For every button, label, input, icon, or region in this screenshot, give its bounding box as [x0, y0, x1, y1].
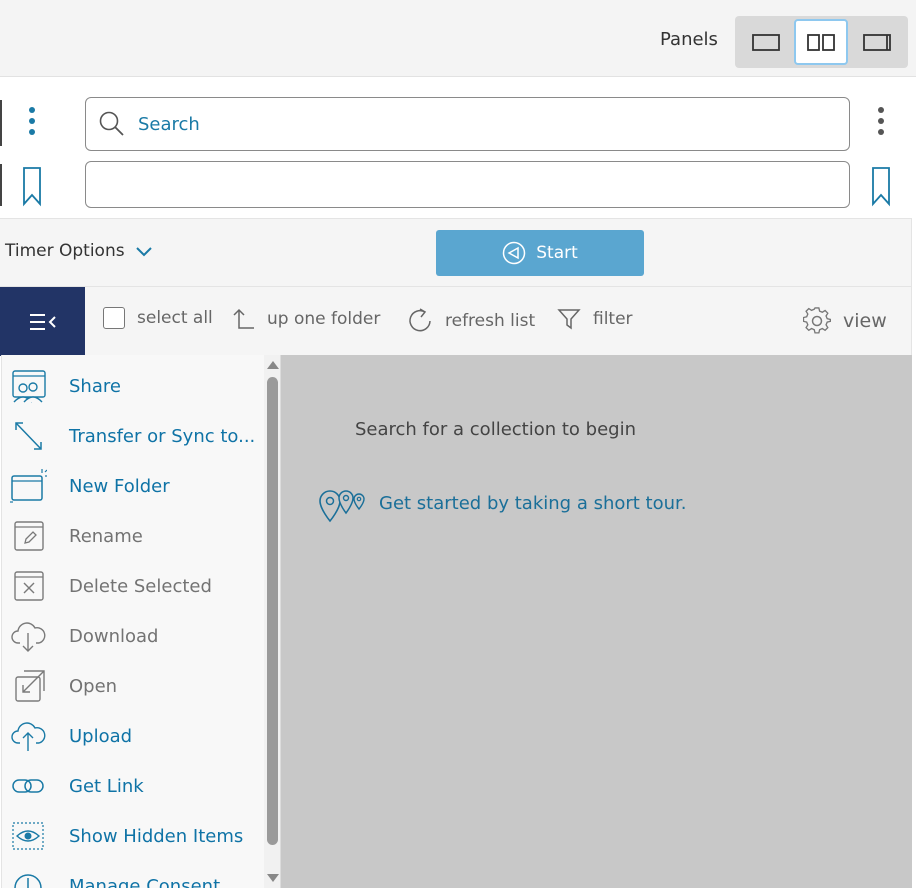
menu-item-new-folder[interactable]: New Folder	[2, 461, 264, 511]
right-panel-icon	[863, 34, 891, 51]
menu-item-label: New Folder	[69, 475, 170, 497]
select-all-label: select all	[137, 308, 213, 328]
checkbox[interactable]	[103, 307, 125, 329]
menu-item-show-hidden[interactable]: Show Hidden Items	[2, 811, 264, 861]
menu-item-label: Share	[69, 375, 121, 397]
link-icon	[12, 779, 44, 793]
dot	[878, 129, 884, 135]
action-menu: Share Transfer or Sync to... New Folder …	[1, 355, 281, 888]
collapse-menu-button[interactable]	[0, 287, 85, 356]
menu-scrollbar[interactable]	[264, 355, 280, 888]
single-panel-icon	[752, 34, 780, 51]
up-arrow-icon	[233, 308, 254, 329]
menu-item-label: Upload	[69, 725, 133, 747]
timer-row: Timer Options Start	[0, 218, 912, 286]
menu-item-open[interactable]: Open	[2, 661, 264, 711]
new-folder-icon	[10, 469, 47, 503]
dot	[878, 107, 884, 113]
menu-item-transfer[interactable]: Transfer or Sync to...	[2, 411, 264, 461]
top-bar: Panels	[0, 0, 916, 77]
panel-single-button[interactable]	[739, 19, 793, 65]
up-one-folder-button[interactable]: up one folder	[231, 307, 380, 331]
share-icon	[12, 370, 46, 403]
start-arrow-icon	[502, 241, 526, 265]
menu-item-label: Delete Selected	[69, 575, 212, 597]
timer-options-dropdown[interactable]: Timer Options	[5, 241, 153, 261]
menu-item-get-link[interactable]: Get Link	[2, 761, 264, 811]
menu-item-delete-selected[interactable]: Delete Selected	[2, 561, 264, 611]
transfer-icon	[15, 422, 42, 450]
filter-button[interactable]: filter	[557, 307, 633, 331]
upload-icon	[11, 722, 46, 751]
scroll-down-arrow[interactable]	[267, 874, 279, 882]
bookmark-icon[interactable]	[22, 166, 42, 208]
refresh-icon	[409, 308, 431, 332]
search-icon	[99, 111, 124, 136]
file-toolbar: select all up one folder refresh list fi…	[0, 286, 912, 356]
open-icon	[15, 670, 45, 702]
view-label: view	[843, 310, 887, 332]
refresh-list-button[interactable]: refresh list	[407, 307, 535, 335]
tour-link-label: Get started by taking a short tour.	[379, 492, 687, 514]
up-one-folder-label: up one folder	[267, 309, 381, 329]
dot	[878, 118, 884, 124]
eye-icon	[12, 822, 44, 850]
search-box	[85, 97, 850, 151]
menu-item-download[interactable]: Download	[2, 611, 264, 661]
search-input[interactable]	[136, 110, 826, 138]
menu-item-label: Get Link	[69, 775, 144, 797]
dot	[29, 107, 35, 113]
dot	[29, 118, 35, 124]
filter-label: filter	[593, 309, 633, 329]
dot	[29, 129, 35, 135]
right-more-options-button[interactable]	[878, 107, 884, 135]
menu-item-rename[interactable]: Rename	[2, 511, 264, 561]
file-list-area: Search for a collection to begin Get sta…	[281, 355, 912, 888]
menu-item-label: Open	[69, 675, 118, 697]
timer-options-label: Timer Options	[5, 241, 125, 261]
menu-item-label: Transfer or Sync to...	[69, 425, 256, 447]
map-pin-icon	[319, 490, 365, 523]
menu-item-share[interactable]: Share	[2, 361, 264, 411]
delete-icon	[14, 571, 44, 601]
panel-right-button[interactable]	[850, 19, 904, 65]
view-button[interactable]: view	[803, 307, 887, 335]
scroll-thumb[interactable]	[267, 377, 278, 845]
path-box	[85, 161, 850, 208]
select-all-checkbox[interactable]: select all	[103, 307, 213, 329]
bookmark-icon[interactable]	[871, 166, 891, 208]
path-input[interactable]	[102, 171, 822, 199]
menu-item-upload[interactable]: Upload	[2, 711, 264, 761]
start-button[interactable]: Start	[436, 230, 644, 276]
start-button-label: Start	[536, 243, 578, 263]
scroll-up-arrow[interactable]	[267, 361, 279, 369]
menu-item-label: Manage Consent	[69, 875, 221, 889]
panels-toggle-group	[735, 16, 908, 68]
menu-item-label: Show Hidden Items	[69, 825, 244, 847]
left-panel-edge	[0, 164, 2, 206]
empty-state-message: Search for a collection to begin	[355, 419, 636, 440]
menu-item-label: Download	[69, 625, 159, 647]
left-more-options-button[interactable]	[29, 107, 35, 135]
left-panel-edge	[0, 100, 2, 146]
menu-collapse-icon	[29, 313, 56, 330]
rename-icon	[14, 521, 44, 551]
download-icon	[11, 622, 46, 652]
power-icon	[14, 874, 42, 888]
panels-label: Panels	[660, 29, 718, 50]
tour-link[interactable]: Get started by taking a short tour.	[317, 483, 687, 523]
panel-dual-button[interactable]	[794, 19, 848, 65]
menu-item-manage-consent[interactable]: Manage Consent	[2, 861, 264, 888]
dual-panel-icon	[807, 34, 835, 51]
menu-item-label: Rename	[69, 525, 143, 547]
refresh-list-label: refresh list	[445, 311, 536, 331]
gear-icon	[803, 307, 831, 334]
chevron-down-icon	[135, 247, 152, 257]
filter-icon	[557, 309, 581, 330]
